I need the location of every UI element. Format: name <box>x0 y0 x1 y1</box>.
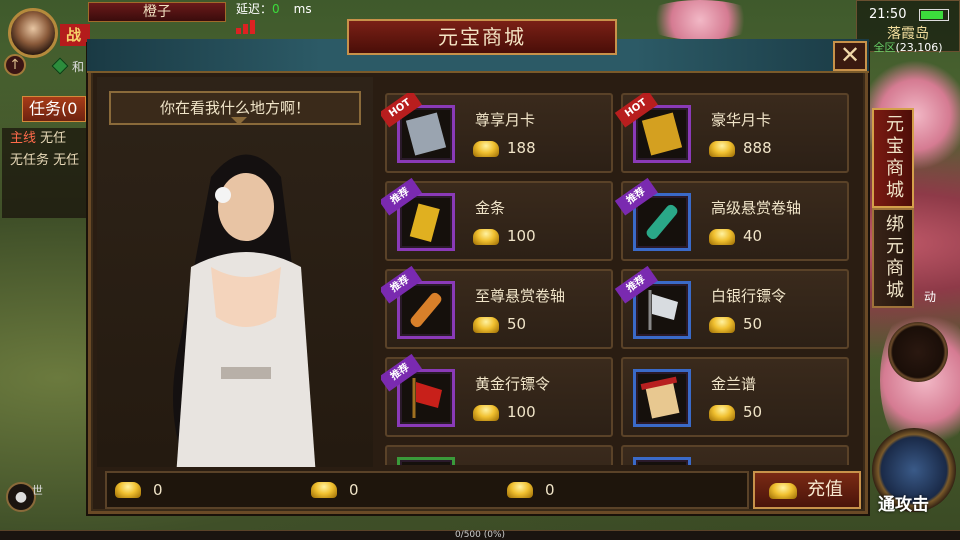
shop-item[interactable]: HOT 豪华月卡 888 <box>614 93 849 173</box>
shop-item[interactable]: HOT 尊享月卡 188 <box>381 93 613 173</box>
latency-unit: ms <box>293 2 312 16</box>
attack-button[interactable]: 通攻击 <box>872 428 956 515</box>
currency-bar: 0 0 0 <box>105 471 749 509</box>
quest-tab[interactable]: 任务(0 <box>22 96 86 122</box>
gold-coins-value: 0 <box>545 481 555 499</box>
map-label: 和 <box>72 60 85 74</box>
quest-row[interactable]: 无任务 无任 <box>2 150 86 172</box>
item-name: 豪华月卡 <box>711 111 772 129</box>
yuanbao-icon <box>709 317 735 333</box>
item-price: 50 <box>743 403 763 421</box>
item-price: 188 <box>507 139 536 157</box>
tab-yuanbao-shop[interactable]: 元宝商城 <box>872 108 914 208</box>
shop-item[interactable] <box>385 445 613 465</box>
npc-panel: 你在看我什么地方啊！ <box>97 77 373 467</box>
item-name: 金兰谱 <box>711 375 757 393</box>
shop-item[interactable]: 推荐 高级悬赏卷轴 40 <box>614 177 849 261</box>
npc-portrait <box>173 154 316 467</box>
quest-text: 无任务 无任 <box>10 153 80 168</box>
clock: 21:50 <box>869 7 907 22</box>
yuanbao-icon <box>473 229 499 245</box>
bound-yuanbao-value: 0 <box>349 481 359 499</box>
voice-channel[interactable]: 世 <box>32 482 43 498</box>
item-price: 100 <box>507 403 536 421</box>
portrait-level-icon[interactable]: ↑ <box>4 54 26 76</box>
yuanbao-icon <box>473 317 499 333</box>
map-diamond-icon <box>51 57 69 75</box>
location-coords: 全区(23,106) <box>857 39 959 55</box>
side-hint: 动 <box>924 290 937 304</box>
shop-item[interactable]: 推荐 白银行镖令 50 <box>614 265 849 349</box>
signal-icon <box>236 18 264 34</box>
npc-speech-bubble: 你在看我什么地方啊！ <box>109 91 361 125</box>
item-price: 50 <box>507 315 527 333</box>
quest-tag: 主线 <box>10 131 37 146</box>
item-price: 100 <box>507 227 536 245</box>
item-list[interactable]: HOT 尊享月卡 188 HOT 豪华月卡 888 推荐 金条 100 推荐 高… <box>381 93 865 465</box>
yuanbao-icon <box>709 229 735 245</box>
recharge-button[interactable]: 充值 <box>753 471 861 509</box>
yuanbao-icon <box>473 405 499 421</box>
yuanbao-icon <box>473 141 499 157</box>
shop-item[interactable]: 推荐 黄金行镖令 100 <box>381 353 613 437</box>
item-price: 888 <box>743 139 772 157</box>
latency-label: 延迟： <box>236 2 273 16</box>
item-price: 40 <box>743 227 763 245</box>
quest-panel[interactable]: 主线 无任 无任务 无任 <box>2 128 86 218</box>
battery-level <box>921 11 944 19</box>
yuanbao-icon <box>709 141 735 157</box>
shop-title: 元宝商城 <box>347 19 617 55</box>
location-area: 全区 <box>873 41 896 54</box>
item-name: 金条 <box>475 199 506 217</box>
latency-value: 0 <box>272 2 280 16</box>
yuanbao-icon <box>769 483 797 499</box>
item-name: 尊享月卡 <box>475 111 536 129</box>
item-icon <box>633 457 691 465</box>
quest-row[interactable]: 主线 无任 <box>2 128 86 150</box>
gold-coins-icon <box>507 482 533 498</box>
bound-yuanbao-balance: 0 <box>311 481 359 499</box>
shop-item[interactable]: 推荐 金条 100 <box>381 177 613 261</box>
skill-slot-button[interactable] <box>888 322 948 382</box>
status-hud: 21:50 落霞岛 全区(23,106) <box>856 0 960 55</box>
yuanbao-balance: 0 <box>115 481 163 499</box>
item-name: 至尊悬赏卷轴 <box>475 287 566 305</box>
item-name: 高级悬赏卷轴 <box>711 199 802 217</box>
player-name: 橙子 <box>88 2 226 22</box>
quest-text: 无任 <box>40 131 67 146</box>
item-name: 白银行镖令 <box>711 287 787 305</box>
player-avatar[interactable] <box>8 8 58 58</box>
shop-item[interactable]: 金兰谱 50 <box>621 357 849 437</box>
location-coordinate-value: (23,106) <box>895 41 943 54</box>
battery-icon <box>919 9 949 21</box>
item-price: 50 <box>743 315 763 333</box>
tab-bound-yuanbao-shop[interactable]: 绑元商城 <box>872 208 914 308</box>
shop-window: 元宝商城 ✕ 你在看我什么地方啊！ HOT 尊享月卡 188 HOT 豪华月卡 … <box>87 19 869 514</box>
yuanbao-icon <box>709 405 735 421</box>
shop-item[interactable] <box>621 445 849 465</box>
latency-readout: 延迟：0 ms <box>236 0 312 17</box>
item-icon <box>397 457 455 465</box>
close-button[interactable]: ✕ <box>833 41 867 71</box>
combat-power-badge: 战 <box>60 24 90 46</box>
attack-label: 通攻击 <box>878 495 929 515</box>
exp-text: 0/500 (0%) <box>454 530 506 540</box>
blossom-tree <box>640 0 760 40</box>
bound-yuanbao-icon <box>311 482 337 498</box>
yuanbao-icon <box>115 482 141 498</box>
item-name: 黄金行镖令 <box>475 375 551 393</box>
gold-coin-balance: 0 <box>507 481 555 499</box>
recharge-label: 充值 <box>807 479 843 500</box>
red-scroll-icon <box>633 369 691 427</box>
yuanbao-value: 0 <box>153 481 163 499</box>
shop-item[interactable]: 推荐 至尊悬赏卷轴 50 <box>381 265 613 349</box>
